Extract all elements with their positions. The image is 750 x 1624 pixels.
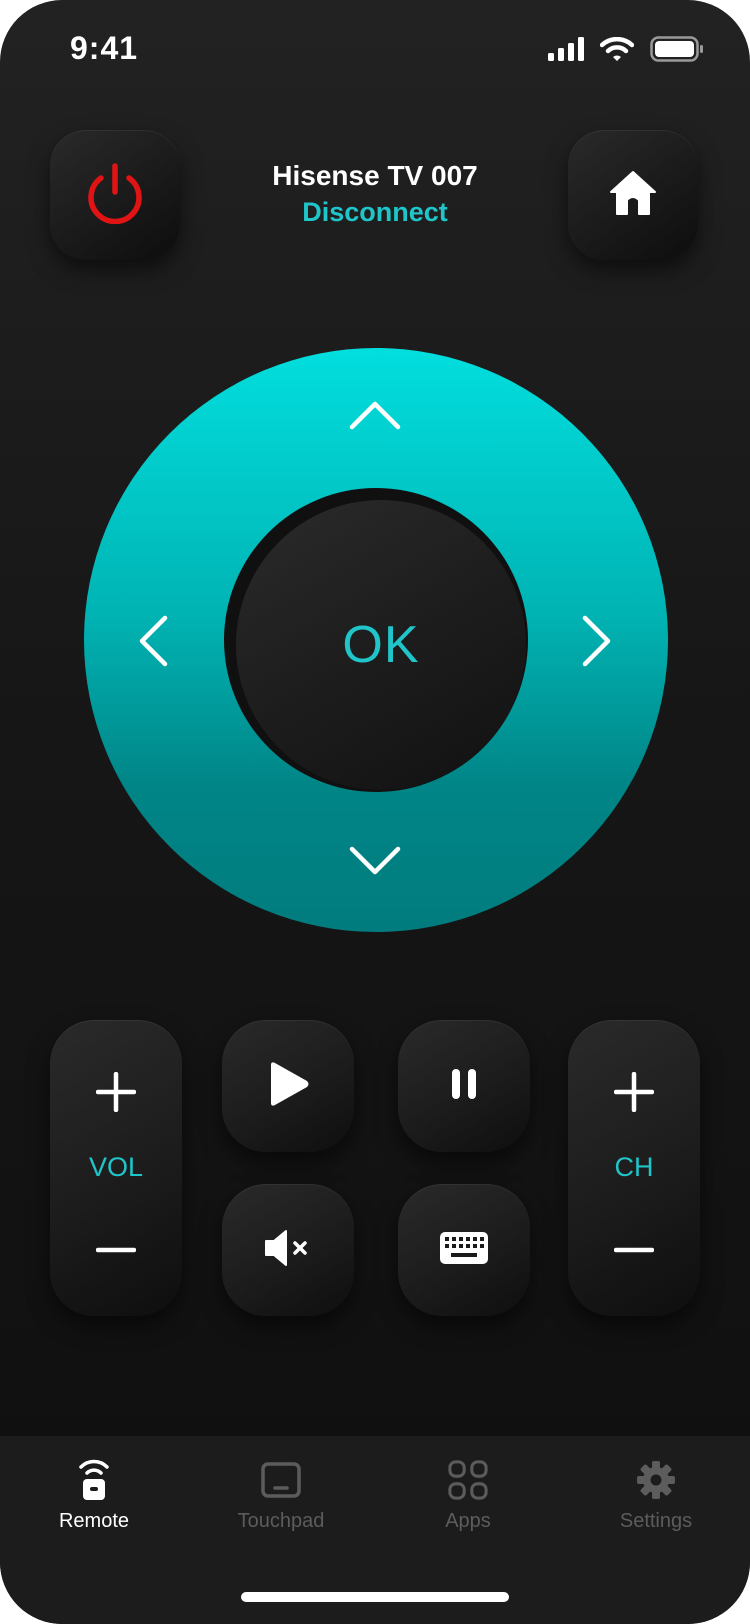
tab-label: Settings bbox=[619, 1510, 693, 1532]
pause-icon bbox=[450, 1067, 478, 1106]
ok-button[interactable]: OK bbox=[236, 500, 526, 790]
volume-label: VOL bbox=[88, 1152, 144, 1182]
tab-label: Touchpad bbox=[237, 1510, 325, 1532]
tab-touchpad[interactable]: Touchpad bbox=[206, 1458, 356, 1548]
tab-label: Remote bbox=[58, 1510, 130, 1532]
dpad-up-button[interactable] bbox=[340, 392, 410, 442]
status-icons bbox=[548, 36, 704, 67]
tab-apps[interactable]: Apps bbox=[393, 1458, 543, 1548]
touchpad-icon bbox=[261, 1458, 301, 1502]
dpad-right-button[interactable] bbox=[572, 608, 622, 678]
disconnect-link[interactable]: Disconnect bbox=[200, 197, 550, 228]
channel-label: CH bbox=[614, 1152, 654, 1182]
device-name: Hisense TV 007 bbox=[272, 160, 478, 191]
plus-icon bbox=[613, 1071, 655, 1116]
home-icon bbox=[609, 170, 657, 221]
volume-up-button[interactable] bbox=[95, 1071, 137, 1113]
chevron-right-icon bbox=[582, 615, 612, 672]
pause-button[interactable] bbox=[398, 1020, 530, 1152]
chevron-up-icon bbox=[349, 400, 401, 435]
minus-icon bbox=[613, 1247, 655, 1264]
play-icon bbox=[265, 1060, 311, 1113]
chevron-down-icon bbox=[349, 846, 401, 881]
phone-screen: 9:41 Hisense TV 007 Disconnect OK VOL CH… bbox=[0, 0, 750, 1624]
home-indicator[interactable] bbox=[241, 1592, 509, 1602]
tab-settings[interactable]: Settings bbox=[581, 1458, 731, 1548]
chevron-left-icon bbox=[138, 615, 168, 672]
tab-label: Apps bbox=[445, 1510, 491, 1532]
tab-remote[interactable]: Remote bbox=[19, 1458, 169, 1548]
keyboard-icon bbox=[440, 1231, 488, 1269]
channel-down-button[interactable] bbox=[613, 1240, 655, 1260]
volume-down-button[interactable] bbox=[95, 1240, 137, 1260]
cellular-signal-icon bbox=[548, 37, 584, 66]
status-time: 9:41 bbox=[70, 30, 139, 66]
channel-control: CH bbox=[568, 1020, 700, 1316]
plus-icon bbox=[95, 1071, 137, 1116]
dpad-down-button[interactable] bbox=[340, 838, 410, 888]
dpad-left-button[interactable] bbox=[128, 608, 178, 678]
power-button[interactable] bbox=[50, 130, 180, 260]
battery-icon bbox=[650, 36, 704, 67]
power-icon bbox=[85, 162, 145, 229]
wifi-icon bbox=[599, 36, 635, 66]
play-button[interactable] bbox=[222, 1020, 354, 1152]
channel-up-button[interactable] bbox=[613, 1071, 655, 1113]
mute-icon bbox=[264, 1228, 312, 1273]
minus-icon bbox=[95, 1247, 137, 1264]
mute-button[interactable] bbox=[222, 1184, 354, 1316]
volume-control: VOL bbox=[50, 1020, 182, 1316]
remote-icon bbox=[74, 1458, 114, 1502]
gear-icon bbox=[636, 1458, 676, 1502]
home-button[interactable] bbox=[568, 130, 698, 260]
apps-grid-icon bbox=[448, 1458, 488, 1502]
keyboard-button[interactable] bbox=[398, 1184, 530, 1316]
